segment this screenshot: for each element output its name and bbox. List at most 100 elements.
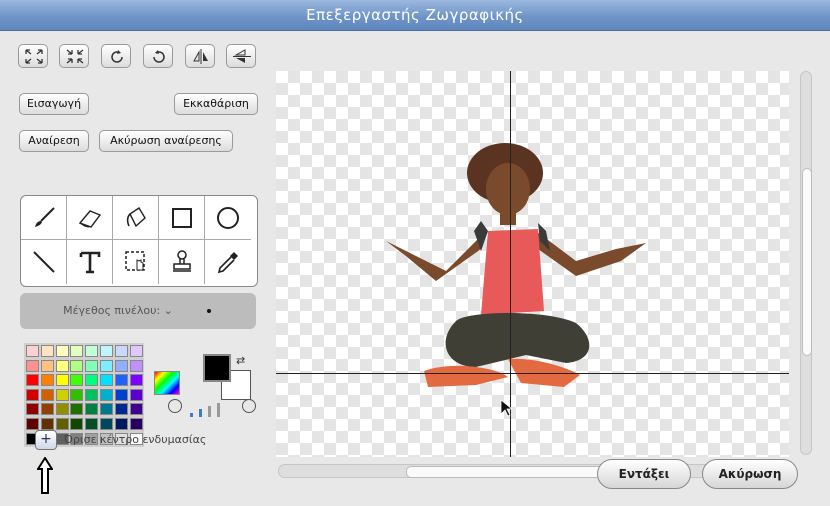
color-swatch[interactable] <box>129 345 143 357</box>
color-swatch[interactable] <box>55 374 69 387</box>
color-swatch[interactable] <box>40 359 54 372</box>
color-swatch[interactable] <box>70 374 84 387</box>
ok-button[interactable]: Εντάξει <box>597 459 691 489</box>
clear-button[interactable]: Εκκαθάριση <box>174 93 258 115</box>
eyedropper-icon <box>217 252 238 274</box>
color-swatch[interactable] <box>114 388 128 401</box>
flip-horizontal-icon <box>193 49 208 64</box>
select-tool[interactable] <box>113 240 159 284</box>
color-swatch[interactable] <box>100 418 113 430</box>
stamp-tool[interactable] <box>159 240 205 284</box>
color-swatch[interactable] <box>26 388 39 401</box>
undo-button[interactable]: Αναίρεση <box>19 130 89 152</box>
costume-center-label: Όρισε κέντρο ενδυμασίας <box>64 433 207 446</box>
color-picker-spectrum[interactable] <box>154 371 180 395</box>
color-swatch[interactable] <box>129 359 143 372</box>
color-swatch[interactable] <box>85 374 99 387</box>
color-swatch[interactable] <box>100 345 113 357</box>
color-swatch[interactable] <box>114 374 128 387</box>
redo-button[interactable]: Ακύρωση αναίρεσης <box>99 130 233 152</box>
brush-size-label: Μέγεθος πινέλου: ⌄ <box>20 293 216 329</box>
color-swatch[interactable] <box>26 345 39 357</box>
color-swatch[interactable] <box>100 388 113 401</box>
paintbrush-tool[interactable] <box>21 196 67 240</box>
text-tool[interactable] <box>67 240 113 284</box>
rotate-left-button[interactable] <box>143 44 173 68</box>
color-swatch[interactable] <box>55 403 69 416</box>
flip-horizontal-button[interactable] <box>185 44 215 68</box>
up-arrow-icon <box>37 457 53 494</box>
flip-vertical-button[interactable] <box>226 44 256 68</box>
brush-size-control[interactable]: Μέγεθος πινέλου: ⌄ <box>20 293 256 329</box>
rotate-left-icon <box>153 50 165 63</box>
line-tool[interactable] <box>21 240 67 284</box>
color-swatch[interactable] <box>40 345 54 357</box>
color-swatch[interactable] <box>85 388 99 401</box>
color-swatch[interactable] <box>55 359 69 372</box>
color-swatch[interactable] <box>40 388 54 401</box>
eraser-tool[interactable] <box>67 196 113 240</box>
color-swatch[interactable] <box>70 345 84 357</box>
ellipse-icon <box>217 207 239 229</box>
color-swatch[interactable] <box>85 418 99 430</box>
zoom-grow-icon <box>25 49 43 64</box>
costume-image <box>386 143 646 387</box>
color-swatch[interactable] <box>85 345 99 357</box>
color-swatch[interactable] <box>85 359 99 372</box>
color-swatch[interactable] <box>70 388 84 401</box>
zoom-out-icon[interactable] <box>168 399 182 413</box>
zoom-shrink-button[interactable] <box>59 44 89 68</box>
color-swatch[interactable] <box>26 418 39 430</box>
line-icon <box>33 251 55 273</box>
mouse-cursor-icon <box>500 399 512 417</box>
brush-size-text: Μέγεθος πινέλου: <box>63 304 161 317</box>
vertical-scrollbar[interactable] <box>800 71 812 455</box>
color-swatch[interactable] <box>129 403 143 416</box>
color-swatch[interactable] <box>114 403 128 416</box>
color-swatch[interactable] <box>70 403 84 416</box>
zoom-grow-button[interactable] <box>18 44 48 68</box>
foreground-color-swatch[interactable] <box>203 354 231 382</box>
color-swatch[interactable] <box>70 359 84 372</box>
color-swatch[interactable] <box>129 418 143 430</box>
stamp-icon <box>173 250 191 272</box>
flip-vertical-icon <box>233 49 251 63</box>
tool-palette <box>20 195 258 287</box>
text-icon <box>79 251 101 274</box>
color-swatch[interactable] <box>114 359 128 372</box>
rotate-right-button[interactable] <box>101 44 131 68</box>
color-swatch[interactable] <box>129 388 143 401</box>
color-swatch[interactable] <box>40 418 54 430</box>
color-swatch[interactable] <box>40 374 54 387</box>
cancel-button[interactable]: Ακύρωση <box>702 459 798 489</box>
ellipse-tool[interactable] <box>205 196 251 240</box>
color-swatch[interactable] <box>26 374 39 387</box>
color-swatch[interactable] <box>70 418 84 430</box>
swap-colors-icon[interactable]: ⇄ <box>236 354 245 367</box>
zoom-in-icon[interactable] <box>242 399 256 413</box>
color-swatch[interactable] <box>55 388 69 401</box>
color-swatch[interactable] <box>114 418 128 430</box>
color-swatch[interactable] <box>100 374 113 387</box>
color-swatch[interactable] <box>55 418 69 430</box>
set-costume-center-button[interactable]: + <box>35 430 57 450</box>
eraser-icon <box>78 210 102 228</box>
center-crosshair-horizontal <box>276 373 789 374</box>
vertical-scrollbar-thumb[interactable] <box>802 168 812 356</box>
drawing-canvas[interactable] <box>276 71 789 457</box>
paintbrush-icon <box>35 207 55 227</box>
color-swatch[interactable] <box>100 403 113 416</box>
color-swatch[interactable] <box>114 345 128 357</box>
eyedropper-tool[interactable] <box>205 240 251 284</box>
fill-tool[interactable] <box>113 196 159 240</box>
rectangle-tool[interactable] <box>159 196 205 240</box>
color-swatch[interactable] <box>40 403 54 416</box>
color-swatch[interactable] <box>85 403 99 416</box>
import-button[interactable]: Εισαγωγή <box>19 93 89 115</box>
color-swatch[interactable] <box>26 403 39 416</box>
color-swatch[interactable] <box>55 345 69 357</box>
chevron-down-icon: ⌄ <box>163 304 173 317</box>
color-swatch[interactable] <box>26 359 39 372</box>
color-swatch[interactable] <box>100 359 113 372</box>
color-swatch[interactable] <box>129 374 143 387</box>
